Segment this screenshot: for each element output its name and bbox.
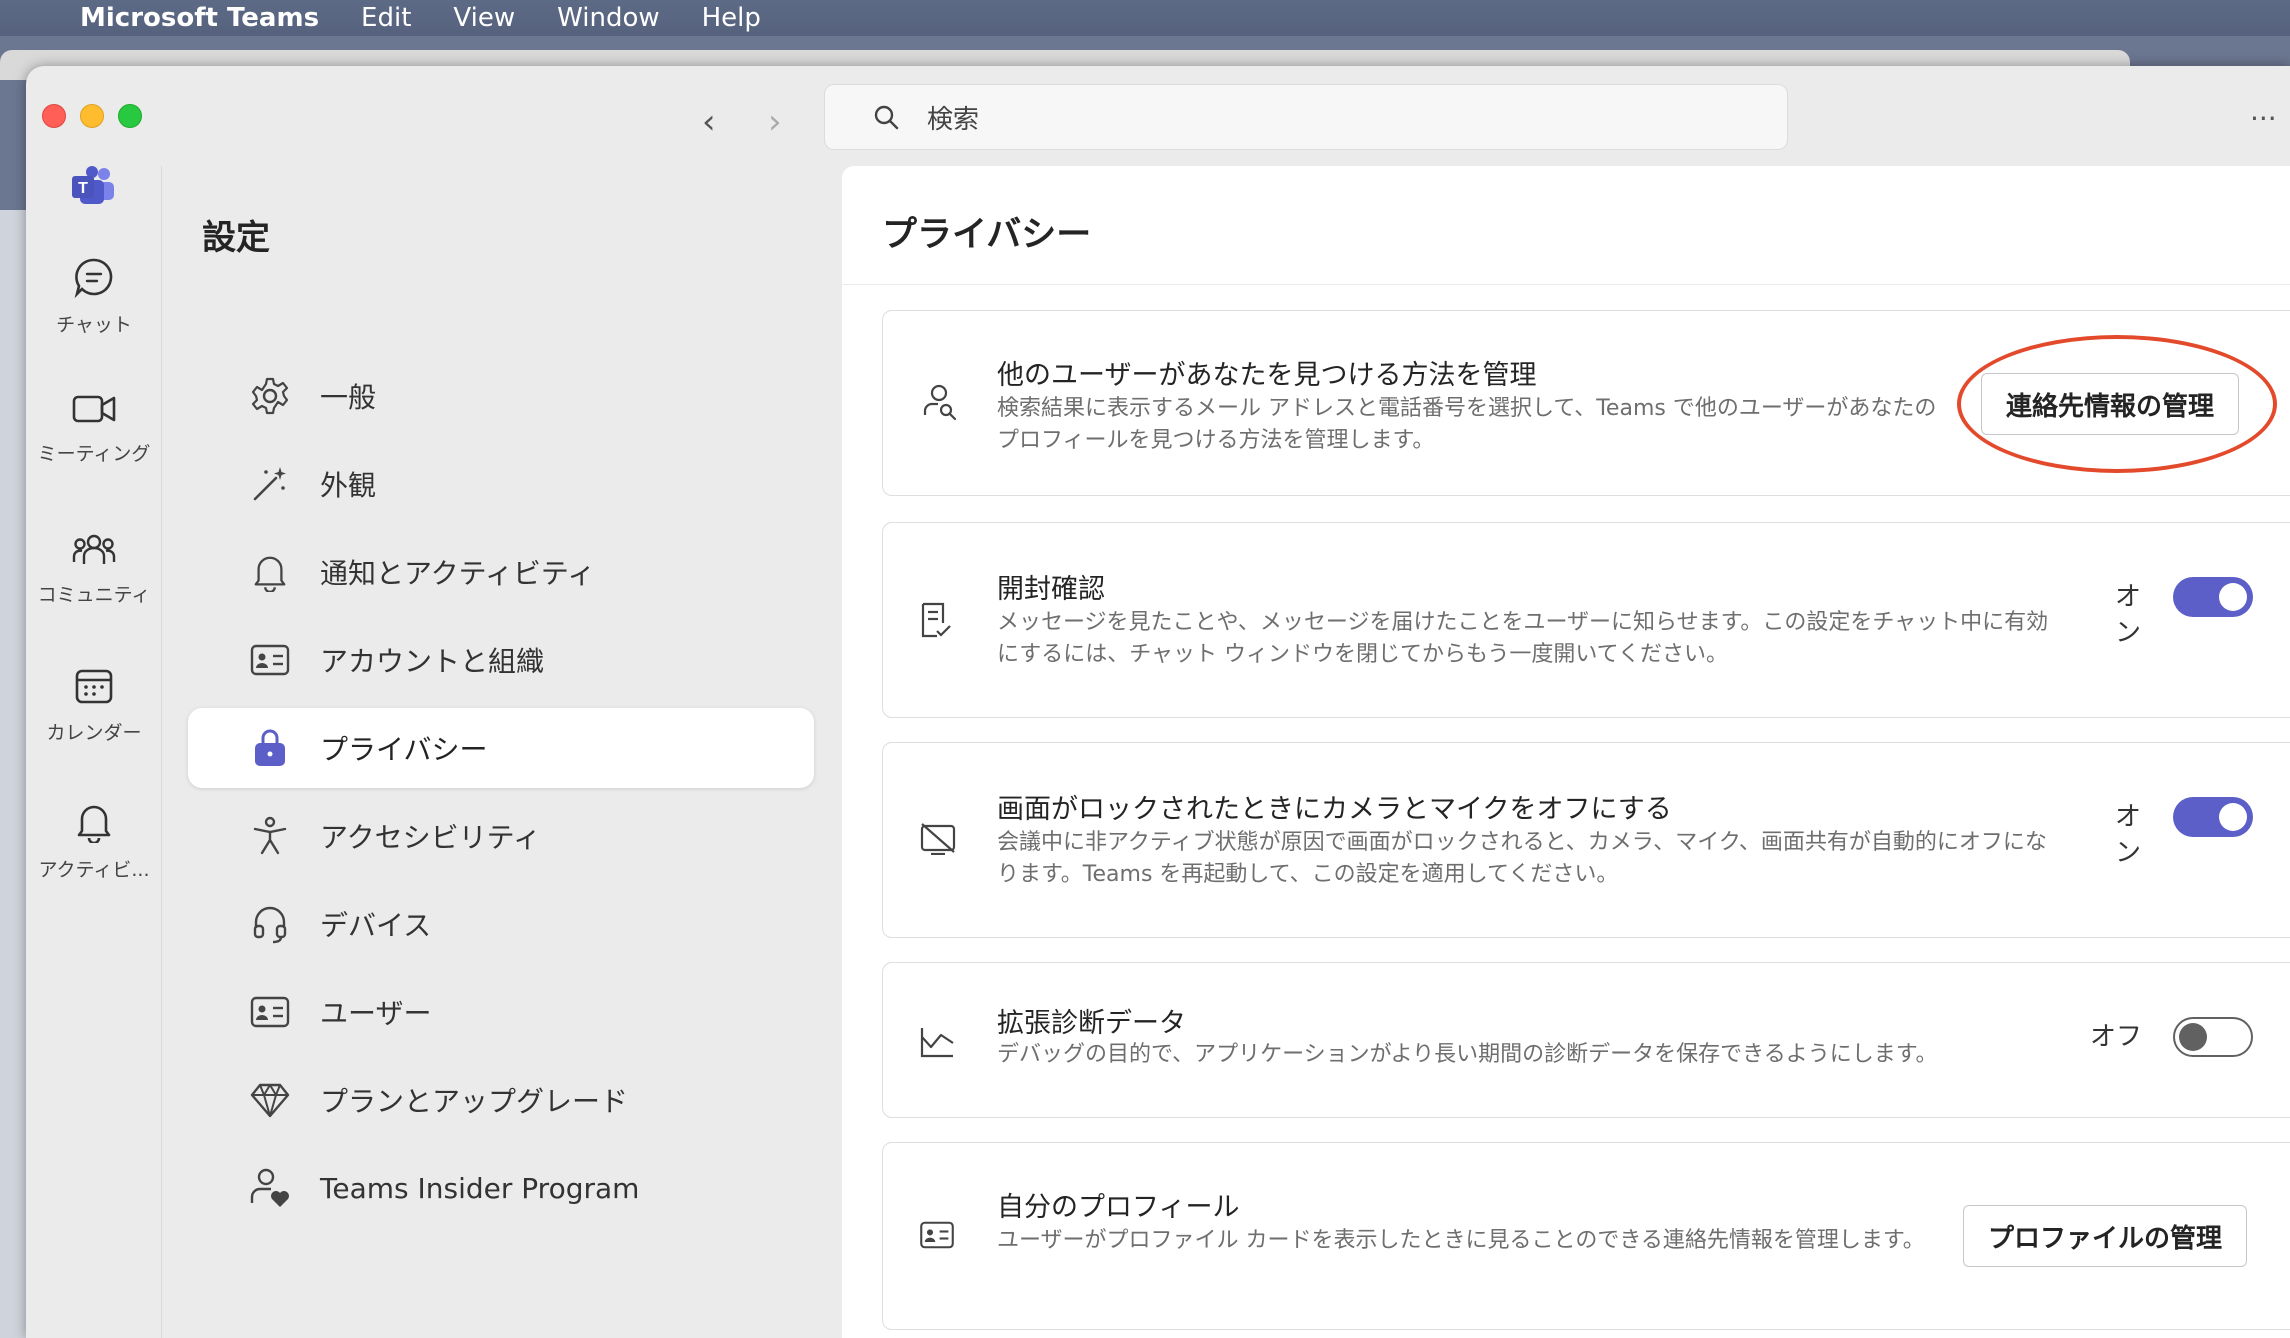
menu-edit[interactable]: Edit (361, 3, 411, 33)
background-window-edge (0, 210, 28, 1338)
menu-view[interactable]: View (453, 3, 515, 33)
more-options-icon[interactable]: ··· (2250, 102, 2290, 135)
person-heart-icon (248, 1167, 292, 1209)
settings-nav: 一般 外観 通知とアクティビティ アカウントと組織 プライバシー アクセシビリテ… (188, 356, 814, 1236)
settings-title: 設定 (202, 218, 270, 258)
search-icon (874, 105, 899, 130)
search-placeholder: 検索 (927, 104, 980, 135)
nav-plans[interactable]: プランとアップグレード (188, 1060, 814, 1140)
menubar: Microsoft Teams Edit View Window Help (0, 0, 2290, 36)
read-receipts-title: 開封確認 (997, 574, 1105, 605)
diagnostics-title: 拡張診断データ (997, 1008, 1186, 1039)
contact-card-icon (919, 1221, 955, 1253)
close-window-button[interactable] (42, 104, 66, 128)
diagnostics-card: 拡張診断データ デバッグの目的で、アプリケーションがより長い期間の診断データを保… (882, 962, 2290, 1118)
rail-calendar[interactable]: カレンダー (26, 666, 162, 745)
menu-help[interactable]: Help (702, 3, 761, 33)
bell-icon (248, 552, 292, 592)
nav-accessibility[interactable]: アクセシビリティ (188, 796, 814, 876)
svg-text:T: T (78, 180, 88, 197)
app-rail: T チャット ミーティング コミュニティ カレンダー アクティビ... (26, 166, 162, 1338)
page-title: プライバシー (882, 215, 1092, 255)
lock-icon (248, 728, 292, 768)
discover-desc: 検索結果に表示するメール アドレスと電話番号を選択して、Teams で他のユーザ… (997, 396, 1937, 453)
zoom-window-button[interactable] (118, 104, 142, 128)
toggle-knob (2179, 1023, 2207, 1051)
contact-card-icon (248, 996, 292, 1028)
nav-appearance[interactable]: 外観 (188, 444, 814, 524)
read-receipt-icon (919, 601, 953, 643)
discover-card: 他のユーザーがあなたを見つける方法を管理 検索結果に表示するメール アドレスと電… (882, 310, 2290, 496)
lock-screen-state: オン (2114, 802, 2141, 868)
discover-title: 他のユーザーがあなたを見つける方法を管理 (997, 360, 1537, 391)
back-arrow-icon[interactable]: ‹ (702, 102, 716, 142)
teams-logo-icon: T (70, 166, 116, 210)
nav-privacy[interactable]: プライバシー (188, 708, 814, 788)
toggle-knob (2219, 583, 2247, 611)
profile-title: 自分のプロフィール (997, 1192, 1240, 1223)
person-search-icon (919, 381, 959, 425)
rail-meetings[interactable]: ミーティング (26, 391, 162, 466)
video-icon (72, 395, 116, 423)
lock-screen-card: 画面がロックされたときにカメラとマイクをオフにする 会議中に非アクティブ状態が原… (882, 742, 2290, 938)
chat-icon (74, 258, 113, 298)
diagnostics-state: オフ (2089, 1022, 2142, 1052)
rail-activity[interactable]: アクティビ... (26, 801, 162, 882)
menu-window[interactable]: Window (557, 3, 660, 33)
nav-accounts[interactable]: アカウントと組織 (188, 620, 814, 700)
manage-profile-button[interactable]: プロファイルの管理 (1963, 1205, 2248, 1267)
window-controls (42, 104, 142, 128)
community-icon (72, 534, 116, 564)
nav-notifications[interactable]: 通知とアクティビティ (188, 532, 814, 612)
highlight-annotation (1957, 335, 2277, 473)
lock-screen-toggle[interactable] (2173, 797, 2253, 837)
bell-icon (77, 805, 111, 843)
divider (842, 284, 2290, 285)
read-receipts-card: 開封確認 メッセージを見たことや、メッセージを届けたことをユーザーに知らせます。… (882, 522, 2290, 718)
minimize-window-button[interactable] (80, 104, 104, 128)
rail-chat[interactable]: チャット (26, 256, 162, 337)
read-receipts-toggle[interactable] (2173, 577, 2253, 617)
nav-devices[interactable]: デバイス (188, 884, 814, 964)
gear-icon (248, 376, 292, 416)
lock-screen-title: 画面がロックされたときにカメラとマイクをオフにする (997, 794, 1672, 825)
privacy-panel: プライバシー 他のユーザーがあなたを見つける方法を管理 検索結果に表示するメール… (842, 166, 2290, 1338)
read-receipts-state: オン (2114, 582, 2141, 648)
magic-wand-icon (248, 464, 292, 504)
nav-general[interactable]: 一般 (188, 356, 814, 436)
chart-icon (919, 1025, 955, 1063)
headset-icon (248, 904, 292, 944)
rail-community[interactable]: コミュニティ (26, 528, 162, 607)
toggle-knob (2219, 803, 2247, 831)
lock-screen-desc: 会議中に非アクティブ状態が原因で画面がロックされると、カメラ、マイク、画面共有が… (997, 830, 2047, 887)
nav-insider[interactable]: Teams Insider Program (188, 1148, 814, 1228)
calendar-icon (75, 669, 113, 704)
diamond-icon (248, 1082, 292, 1118)
read-receipts-desc: メッセージを見たことや、メッセージを届けたことをユーザーに知らせます。この設定を… (997, 610, 2049, 667)
teams-window: ‹ › 検索 ··· T チャット ミーティング コミュニティ カレンダー アク… (26, 66, 2290, 1338)
accessibility-icon (248, 816, 292, 856)
forward-arrow-icon[interactable]: › (768, 102, 782, 142)
profile-desc: ユーザーがプロファイル カードを表示したときに見ることのできる連絡先情報を管理し… (997, 1228, 1925, 1253)
nav-users[interactable]: ユーザー (188, 972, 814, 1052)
menu-app-name[interactable]: Microsoft Teams (80, 3, 319, 33)
camera-off-icon (919, 821, 957, 859)
diagnostics-desc: デバッグの目的で、アプリケーションがより長い期間の診断データを保存できるようにし… (997, 1042, 1938, 1067)
diagnostics-toggle[interactable] (2173, 1017, 2253, 1057)
profile-card: 自分のプロフィール ユーザーがプロファイル カードを表示したときに見ることのでき… (882, 1142, 2290, 1330)
contact-card-icon (248, 644, 292, 676)
search-input[interactable]: 検索 (824, 84, 1788, 150)
